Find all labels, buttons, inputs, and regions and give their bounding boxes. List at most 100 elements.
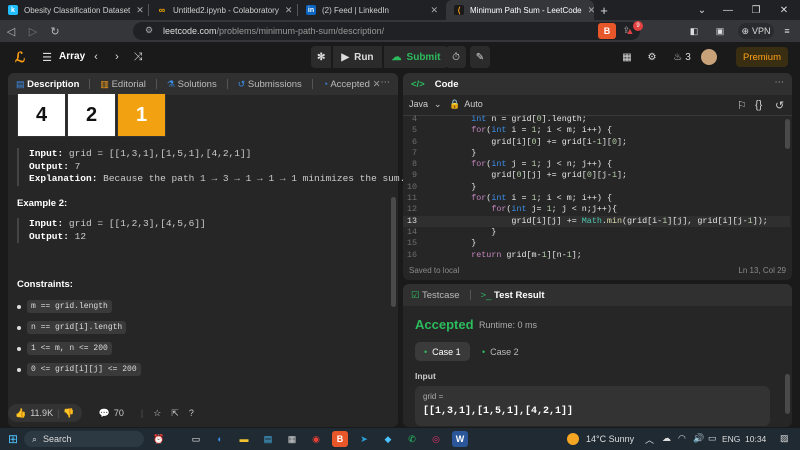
- case-1-tab[interactable]: • Case 1: [415, 342, 470, 361]
- brave-shield-icon[interactable]: B: [598, 23, 616, 39]
- problem-list-label[interactable]: Array: [59, 51, 85, 62]
- close-tab-icon[interactable]: ✕: [430, 5, 438, 16]
- word-icon[interactable]: W: [452, 431, 468, 447]
- url-field[interactable]: ⚙ leetcode.com/problems/minimum-path-sum…: [133, 22, 640, 40]
- leetcode-logo-icon[interactable]: ℒ: [12, 49, 28, 65]
- menu-icon[interactable]: ≡: [781, 23, 793, 39]
- forward-icon[interactable]: ▷: [22, 25, 44, 38]
- language-indicator[interactable]: ENG: [722, 434, 740, 444]
- widget-icon[interactable]: ⏰: [151, 431, 167, 447]
- reload-icon[interactable]: ↻: [44, 25, 66, 38]
- code-line: 5 for(int i = 1; i < m; i++) {: [403, 125, 790, 136]
- tab-solutions[interactable]: ⚗ Solutions: [167, 79, 217, 90]
- weather-text[interactable]: 14°C Sunny: [586, 434, 634, 444]
- bookmark-icon[interactable]: ⚐: [737, 99, 747, 112]
- code-editor[interactable]: 4 int n = grid[0].length; 5 for(int i = …: [403, 114, 790, 261]
- app-icon[interactable]: ▦: [284, 431, 300, 447]
- close-tab-icon[interactable]: ✕: [136, 5, 144, 16]
- battery-icon[interactable]: ▭: [708, 433, 717, 444]
- submit-button[interactable]: ☁ Submit: [383, 46, 449, 68]
- wifi-icon[interactable]: ◠: [678, 433, 686, 444]
- code-line: 14 }: [403, 227, 790, 238]
- tab-accepted[interactable]: ◔ Accepted ✕: [323, 79, 381, 90]
- wallet-icon[interactable]: ▣: [712, 23, 728, 39]
- chrome-icon[interactable]: ◉: [308, 431, 324, 447]
- layout-icon[interactable]: ▦: [620, 50, 634, 64]
- help-icon[interactable]: ?: [189, 408, 194, 418]
- instagram-icon[interactable]: ◎: [428, 431, 444, 447]
- format-icon[interactable]: {}: [755, 99, 762, 111]
- clock[interactable]: 10:34: [745, 434, 766, 444]
- edge-icon[interactable]: ◐: [212, 431, 228, 447]
- site-info-icon[interactable]: ⚙: [145, 25, 153, 36]
- scrollbar[interactable]: [391, 197, 396, 307]
- reset-icon[interactable]: ↺: [775, 99, 784, 112]
- auto-mode-toggle[interactable]: 🔒 Auto: [449, 99, 483, 110]
- streak-counter[interactable]: ♨ 3: [670, 50, 694, 64]
- problem-list-icon[interactable]: ☰: [40, 50, 54, 64]
- tab-title: Minimum Path Sum - LeetCode: [470, 5, 582, 15]
- thumbs-down-icon[interactable]: 👎: [63, 408, 74, 419]
- next-problem-icon[interactable]: ›: [110, 50, 124, 64]
- run-button[interactable]: ▶ Run: [333, 46, 382, 68]
- tray-chevron-icon[interactable]: ︿: [645, 433, 654, 446]
- tab-editorial[interactable]: ▥ Editorial: [100, 79, 145, 90]
- store-icon[interactable]: ▤: [260, 431, 276, 447]
- close-tab-icon[interactable]: ✕: [588, 5, 594, 16]
- whatsapp-icon[interactable]: ✆: [404, 431, 420, 447]
- more-options-icon[interactable]: ⋯: [775, 77, 785, 88]
- taskbar-search[interactable]: ⌕ Search: [24, 431, 144, 447]
- notification-icon[interactable]: ▨: [780, 433, 789, 444]
- like-button[interactable]: 👍 11.9K | 👎: [8, 404, 82, 422]
- test-tabs: ☑ Testcase >_ Test Result: [403, 284, 792, 306]
- task-view-icon[interactable]: ▭: [188, 431, 204, 447]
- close-tab-icon[interactable]: ✕: [285, 5, 293, 16]
- more-options-icon[interactable]: ⋯: [381, 77, 391, 88]
- telegram-icon[interactable]: ➤: [356, 431, 372, 447]
- windows-start-icon[interactable]: ⊞: [5, 431, 21, 447]
- bullet: [17, 304, 21, 309]
- browser-tab-colab[interactable]: ∞ Untitled2.ipynb - Colaboratory ✕: [149, 0, 297, 20]
- star-icon[interactable]: ☆: [153, 408, 161, 419]
- line-number: 4: [411, 114, 417, 124]
- browser-tab-kaggle[interactable]: k Obesity Classification Dataset ✕: [0, 0, 148, 20]
- browser-tab-linkedin[interactable]: in (2) Feed | LinkedIn ✕: [298, 0, 446, 20]
- vpn-button[interactable]: ⊕ VPN: [738, 23, 774, 39]
- tab-testcase[interactable]: ☑ Testcase: [411, 290, 460, 301]
- comments-button[interactable]: 💬 70: [92, 404, 131, 422]
- settings-icon[interactable]: ⚙: [645, 50, 659, 64]
- onedrive-icon[interactable]: ☁: [662, 433, 671, 444]
- linkedin-icon: in: [306, 5, 316, 15]
- file-explorer-icon[interactable]: ▬: [236, 431, 252, 447]
- brave-icon[interactable]: B: [332, 431, 348, 447]
- runtime: Runtime: 0 ms: [479, 320, 538, 330]
- sidebar-icon[interactable]: ◧: [686, 23, 702, 39]
- new-tab-button[interactable]: +: [594, 3, 614, 18]
- notes-icon[interactable]: ✎: [470, 46, 490, 68]
- premium-button[interactable]: Premium: [736, 47, 788, 67]
- case-label: Case 1: [432, 346, 461, 357]
- close-tab-icon[interactable]: ✕: [373, 79, 381, 90]
- back-icon[interactable]: ◁: [0, 25, 22, 38]
- language-selector[interactable]: Java ⌄: [409, 99, 442, 110]
- code-line: 6 grid[i][0] += grid[i-1][0];: [403, 137, 790, 148]
- vscode-icon[interactable]: ◆: [380, 431, 396, 447]
- url-host: leetcode.com: [163, 26, 217, 36]
- prev-problem-icon[interactable]: ‹: [89, 50, 103, 64]
- tab-description[interactable]: ▤ Description: [16, 79, 79, 90]
- shuffle-icon[interactable]: ⤨: [131, 50, 145, 64]
- tab-label: Accepted: [330, 78, 370, 90]
- speaker-icon[interactable]: 🔊: [693, 433, 704, 444]
- tab-test-result[interactable]: >_ Test Result: [481, 290, 545, 301]
- code-line: 10 }: [403, 182, 790, 193]
- debug-icon[interactable]: ✻: [311, 46, 332, 68]
- scrollbar[interactable]: [785, 374, 790, 414]
- weather-sun-icon[interactable]: [567, 433, 579, 445]
- share-icon[interactable]: ⇱: [171, 408, 179, 419]
- tab-submissions[interactable]: ↺ Submissions: [238, 79, 302, 90]
- timer-icon[interactable]: ⏱: [446, 46, 466, 68]
- close-window-button[interactable]: ✕: [768, 0, 800, 20]
- browser-tab-leetcode[interactable]: ⟨ Minimum Path Sum - LeetCode ✕: [446, 0, 594, 20]
- case-2-tab[interactable]: • Case 2: [473, 342, 528, 361]
- avatar[interactable]: [701, 49, 717, 65]
